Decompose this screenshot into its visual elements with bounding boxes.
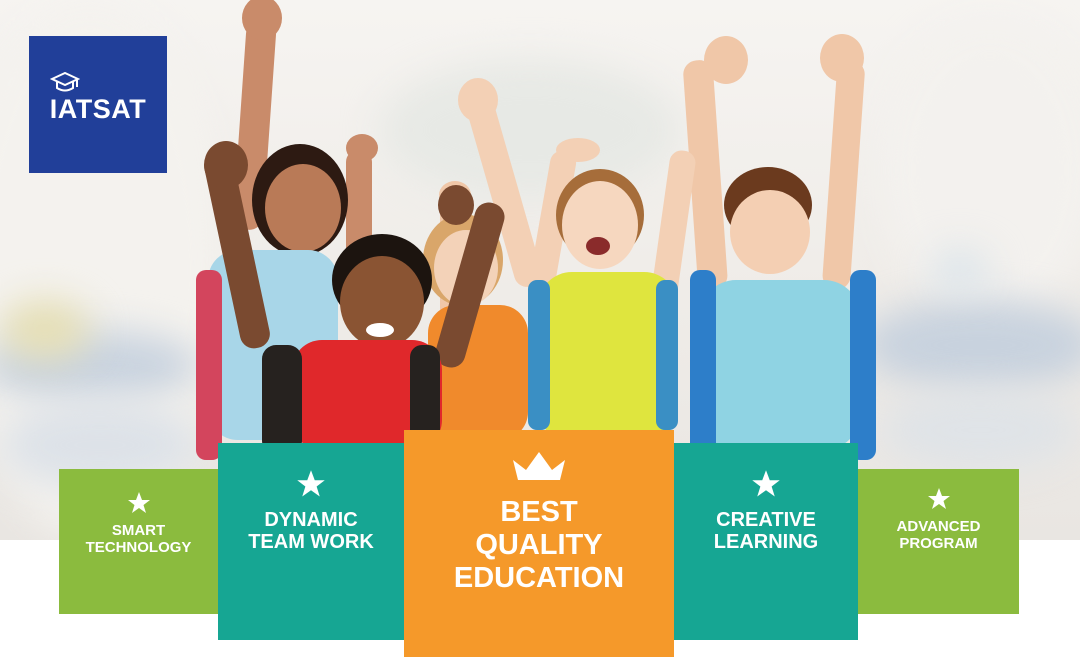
logo-text: IATSAT: [49, 94, 147, 124]
feature-label-line: SMART: [111, 522, 166, 539]
star-icon: [927, 488, 950, 509]
feature-label-line: ADVANCED: [896, 518, 981, 535]
feature-advanced-program[interactable]: ADVANCED PROGRAM: [858, 469, 1019, 614]
feature-smart-technology[interactable]: SMART TECHNOLOGY: [59, 469, 218, 614]
star-icon: [297, 470, 325, 497]
brand-logo[interactable]: IATSAT: [29, 36, 167, 173]
crown-icon: [513, 452, 565, 480]
feature-label-line: TECHNOLOGY: [85, 538, 192, 556]
feature-label-line: LEARNING: [713, 531, 819, 554]
feature-label-line: TEAM WORK: [248, 531, 374, 554]
feature-label-line: QUALITY: [475, 529, 603, 562]
feature-label-line: PROGRAM: [899, 534, 978, 552]
feature-label-line: CREATIVE: [716, 509, 816, 531]
feature-label-line: DYNAMIC: [264, 509, 358, 531]
feature-label-line: EDUCATION: [453, 562, 625, 595]
star-icon: [127, 492, 150, 513]
graduation-cap-icon: [49, 72, 80, 92]
feature-dynamic-team-work[interactable]: DYNAMIC TEAM WORK: [218, 443, 404, 640]
feature-best-quality-education[interactable]: BEST QUALITY EDUCATION: [404, 430, 674, 657]
star-icon: [752, 470, 780, 497]
feature-creative-learning[interactable]: CREATIVE LEARNING: [674, 443, 858, 640]
feature-label-line: BEST: [500, 496, 578, 528]
